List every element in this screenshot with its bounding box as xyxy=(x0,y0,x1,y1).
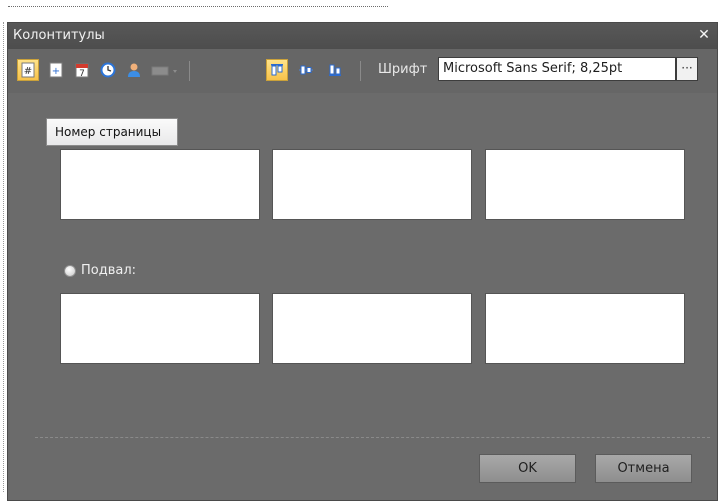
user-icon xyxy=(128,63,140,77)
ok-button[interactable]: OK xyxy=(479,454,576,483)
align-bottom-icon xyxy=(329,64,341,76)
dotted-line xyxy=(3,22,4,492)
background-window-strip xyxy=(0,0,718,22)
time-icon xyxy=(100,62,116,78)
time-button[interactable] xyxy=(97,59,119,81)
header-left-field[interactable] xyxy=(60,149,260,220)
font-browse-button[interactable]: ··· xyxy=(676,57,698,81)
header-right-field[interactable] xyxy=(485,149,685,220)
align-middle-icon xyxy=(299,65,313,75)
footer-left-field[interactable] xyxy=(60,293,260,364)
background-window-edge xyxy=(0,0,7,501)
page-count-icon: + xyxy=(49,62,63,78)
align-top-button[interactable] xyxy=(266,59,288,81)
footer-label: Подвал: xyxy=(81,263,137,278)
page-number-button[interactable]: # xyxy=(17,59,39,81)
toolbar: # + 7 Шрифт Microsoft Sans Serif; 8,25pt… xyxy=(8,49,717,93)
page-number-icon: # xyxy=(21,62,35,78)
page-count-button[interactable]: + xyxy=(45,59,67,81)
page-number-tooltip: Номер страницы xyxy=(46,118,178,146)
footer-center-field[interactable] xyxy=(272,293,472,364)
date-button[interactable]: 7 xyxy=(71,59,93,81)
svg-text:+: + xyxy=(52,66,60,77)
font-label: Шрифт xyxy=(378,62,428,77)
image-dropdown-icon xyxy=(151,66,177,76)
date-icon: 7 xyxy=(75,63,89,78)
svg-text:7: 7 xyxy=(79,69,85,78)
header-center-field[interactable] xyxy=(272,149,472,220)
align-top-icon xyxy=(271,64,283,76)
footer-radio[interactable] xyxy=(64,265,76,277)
align-bottom-button[interactable] xyxy=(324,59,346,81)
title-bar[interactable]: Колонтитулы ✕ xyxy=(8,23,717,49)
headers-footers-dialog: Колонтитулы ✕ # + 7 Шрифт Microsoft Sans… xyxy=(7,22,718,501)
align-middle-button[interactable] xyxy=(295,59,317,81)
dialog-divider xyxy=(35,437,710,438)
toolbar-separator xyxy=(360,61,361,81)
svg-text:#: # xyxy=(24,66,32,77)
toolbar-separator xyxy=(189,61,190,81)
font-field[interactable]: Microsoft Sans Serif; 8,25pt xyxy=(438,57,676,81)
user-button[interactable] xyxy=(123,59,145,81)
cancel-button[interactable]: Отмена xyxy=(595,454,692,483)
footer-right-field[interactable] xyxy=(485,293,685,364)
image-dropdown-button[interactable] xyxy=(149,59,183,81)
close-icon[interactable]: ✕ xyxy=(695,26,713,44)
dotted-line xyxy=(8,6,388,8)
dialog-title: Колонтитулы xyxy=(13,28,105,43)
